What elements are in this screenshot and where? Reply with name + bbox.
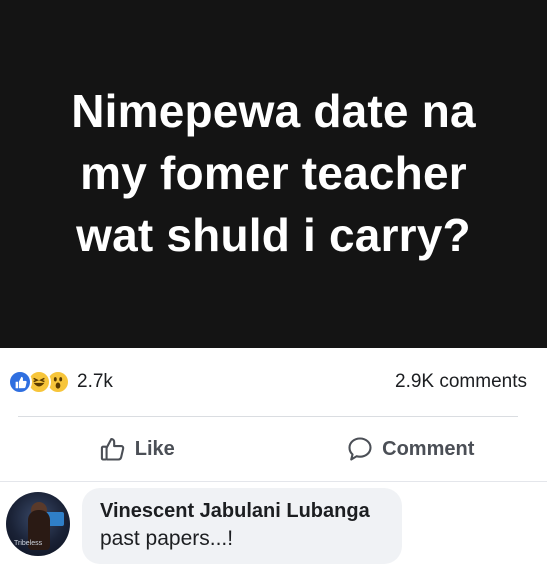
comment-bubble: Vinescent Jabulani Lubanga past papers..…: [82, 488, 402, 564]
like-button[interactable]: Like: [0, 435, 274, 463]
divider: [0, 481, 547, 482]
reactions-left[interactable]: 2.7k: [8, 370, 113, 394]
thumbs-up-icon: [100, 438, 125, 461]
like-label: Like: [134, 437, 175, 460]
action-bar: Like Comment: [0, 418, 547, 480]
comment-item: Tribeless Vinescent Jabulani Lubanga pas…: [0, 488, 547, 570]
post-text: Nimepewa date na my fomer teacher wat sh…: [71, 85, 476, 261]
comment-text: past papers...!: [100, 527, 234, 550]
avatar[interactable]: Tribeless: [6, 492, 70, 556]
reaction-icons[interactable]: [8, 370, 70, 394]
divider: [18, 416, 518, 417]
reactions-summary: 2.7k 2.9K comments: [0, 348, 547, 416]
like-reaction-icon: [8, 370, 32, 394]
comments-count[interactable]: 2.9K comments: [395, 371, 527, 393]
avatar-watermark: Tribeless: [14, 540, 43, 547]
comment-author[interactable]: Vinescent Jabulani Lubanga: [100, 498, 386, 524]
reaction-count[interactable]: 2.7k: [77, 371, 113, 393]
post-banner: Nimepewa date na my fomer teacher wat sh…: [0, 0, 547, 348]
comment-button[interactable]: Comment: [274, 435, 547, 463]
comment-label: Comment: [382, 437, 475, 460]
comment-icon: [348, 437, 372, 461]
